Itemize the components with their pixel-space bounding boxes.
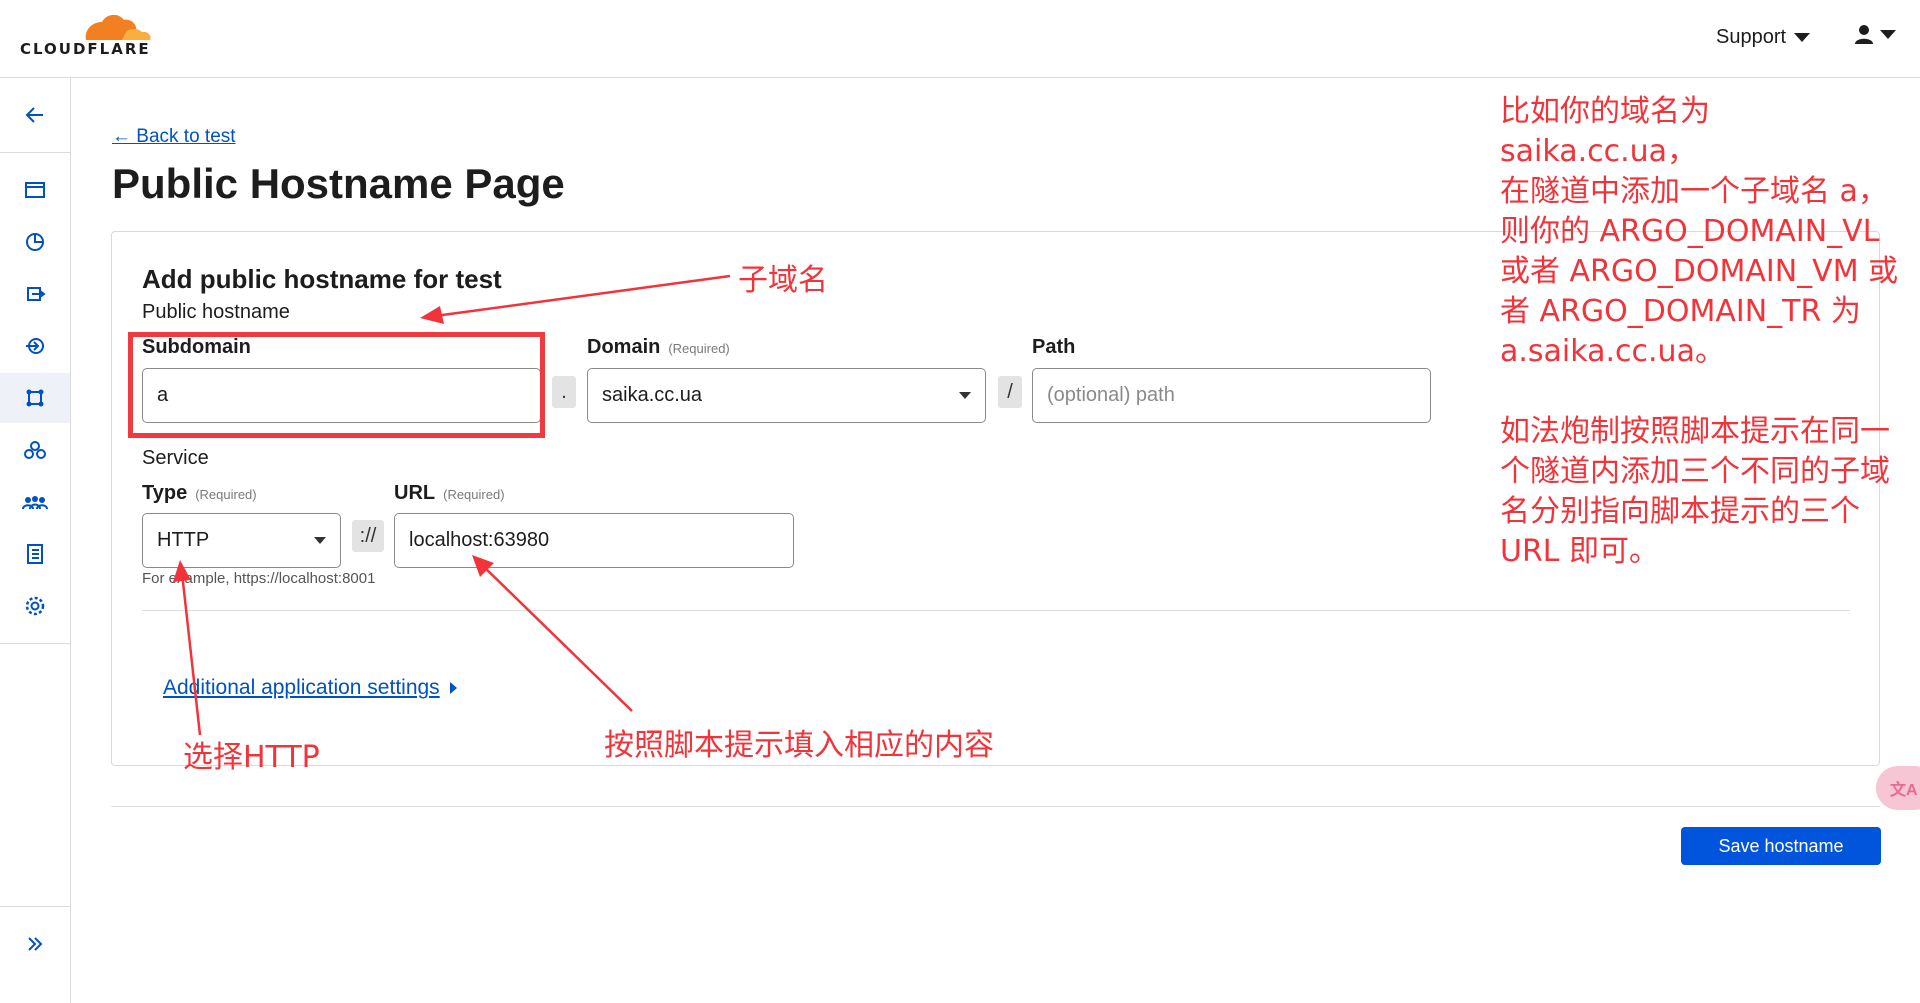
sidebar-back-button[interactable] xyxy=(0,90,70,140)
dot-separator: . xyxy=(552,376,576,408)
note-line: 个隧道内添加三个不同的子域 xyxy=(1500,454,1890,489)
support-menu[interactable]: Support xyxy=(1716,26,1811,49)
gateway-icon xyxy=(27,287,46,301)
expand-chevrons-icon xyxy=(28,937,43,951)
note-line: 比如你的域名为 saika.cc.ua， xyxy=(1500,94,1710,169)
type-label-text: Type xyxy=(142,482,188,504)
url-help-text: For example, https://localhost:8001 xyxy=(142,570,376,587)
sidebar xyxy=(0,78,71,1003)
access-icon xyxy=(26,338,44,354)
chevron-down-icon xyxy=(1794,33,1811,42)
domain-select[interactable]: saika.cc.ua xyxy=(587,368,986,423)
chevron-down-icon xyxy=(314,537,326,544)
sidebar-expand-button[interactable] xyxy=(0,919,70,969)
chevron-right-icon xyxy=(449,682,457,694)
sidebar-item-settings[interactable] xyxy=(0,581,70,631)
http-annotation: 选择HTTP xyxy=(183,740,320,775)
team-icon xyxy=(22,496,48,510)
chevron-down-icon xyxy=(1880,29,1896,39)
sidebar-item-analytics[interactable] xyxy=(0,217,70,267)
chevron-down-icon xyxy=(959,392,971,399)
analytics-pie-icon xyxy=(26,233,44,251)
path-label: Path xyxy=(1032,336,1076,358)
logs-icon xyxy=(27,544,43,564)
subdomain-annotation: 子域名 xyxy=(738,263,828,298)
side-explanation-note: 比如你的域名为 saika.cc.ua， 在隧道中添加一个子域名 a， 则你的 … xyxy=(1500,92,1910,572)
additional-settings-label: Additional application settings xyxy=(163,676,440,699)
domain-label-text: Domain xyxy=(587,336,661,358)
url-value: localhost:63980 xyxy=(409,529,550,551)
note-line: 名分别指向脚本提示的三个 xyxy=(1500,494,1860,529)
back-arrow-icon xyxy=(25,107,43,123)
browser-window-icon xyxy=(25,182,45,198)
note-line: a.saika.cc.ua。 xyxy=(1500,334,1725,369)
networks-icon xyxy=(26,389,44,407)
type-required: (Required) xyxy=(195,487,257,502)
sidebar-item-cloud[interactable] xyxy=(0,425,70,475)
note-line: 在隧道中添加一个子域名 a， xyxy=(1500,174,1888,209)
url-input[interactable]: localhost:63980 xyxy=(394,513,794,568)
cloud-tunnel-icon xyxy=(24,441,46,459)
user-icon xyxy=(1855,25,1873,44)
top-bar: CLOUDFLARE Support xyxy=(0,0,1920,78)
sidebar-item-gateway[interactable] xyxy=(0,269,70,319)
slash-separator: / xyxy=(998,376,1022,408)
domain-value: saika.cc.ua xyxy=(602,384,703,406)
back-to-test-link[interactable]: ← Back to test xyxy=(112,126,236,148)
note-line: URL 即可。 xyxy=(1500,534,1660,569)
url-label: URL (Required) xyxy=(394,482,505,505)
footer-divider xyxy=(111,806,1880,807)
type-value: HTTP xyxy=(157,529,210,551)
settings-gear-icon xyxy=(25,596,45,616)
domain-required: (Required) xyxy=(668,341,730,356)
type-select[interactable]: HTTP xyxy=(142,513,341,568)
sidebar-item-team[interactable] xyxy=(0,477,70,527)
additional-settings-link[interactable]: Additional application settings xyxy=(163,676,457,700)
translate-button[interactable]: 文A xyxy=(1876,766,1920,810)
path-placeholder: (optional) path xyxy=(1047,384,1175,406)
public-hostname-label: Public hostname xyxy=(142,301,290,323)
service-label: Service xyxy=(142,447,209,469)
card-title: Add public hostname for test xyxy=(142,264,502,294)
sidebar-item-logs[interactable] xyxy=(0,529,70,579)
save-hostname-button[interactable]: Save hostname xyxy=(1681,827,1881,865)
url-required: (Required) xyxy=(443,487,505,502)
subdomain-highlight-box xyxy=(128,332,545,438)
sidebar-item-overview[interactable] xyxy=(0,165,70,215)
page-title: Public Hostname Page xyxy=(112,160,565,207)
scheme-separator: :// xyxy=(352,520,384,552)
note-line: 者 ARGO_DOMAIN_TR 为 xyxy=(1500,294,1861,329)
sidebar-item-access[interactable] xyxy=(0,321,70,371)
note-line: 则你的 ARGO_DOMAIN_VL xyxy=(1500,214,1880,249)
note-line: 如法炮制按照脚本提示在同一 xyxy=(1500,414,1890,449)
path-input[interactable]: (optional) path xyxy=(1032,368,1431,423)
sidebar-item-networks[interactable] xyxy=(0,373,70,423)
logo-wordmark: CLOUDFLARE xyxy=(20,40,151,58)
user-menu[interactable] xyxy=(1854,24,1896,44)
support-label: Support xyxy=(1716,26,1787,48)
type-label: Type (Required) xyxy=(142,482,257,505)
card-divider xyxy=(142,610,1850,611)
url-annotation: 按照脚本提示填入相应的内容 xyxy=(604,728,994,763)
cloud-logo-icon xyxy=(85,14,151,40)
note-line: 或者 ARGO_DOMAIN_VM 或 xyxy=(1500,254,1899,289)
domain-label: Domain (Required) xyxy=(587,336,730,359)
url-label-text: URL xyxy=(394,482,436,504)
cloudflare-logo[interactable]: CLOUDFLARE xyxy=(18,10,158,60)
